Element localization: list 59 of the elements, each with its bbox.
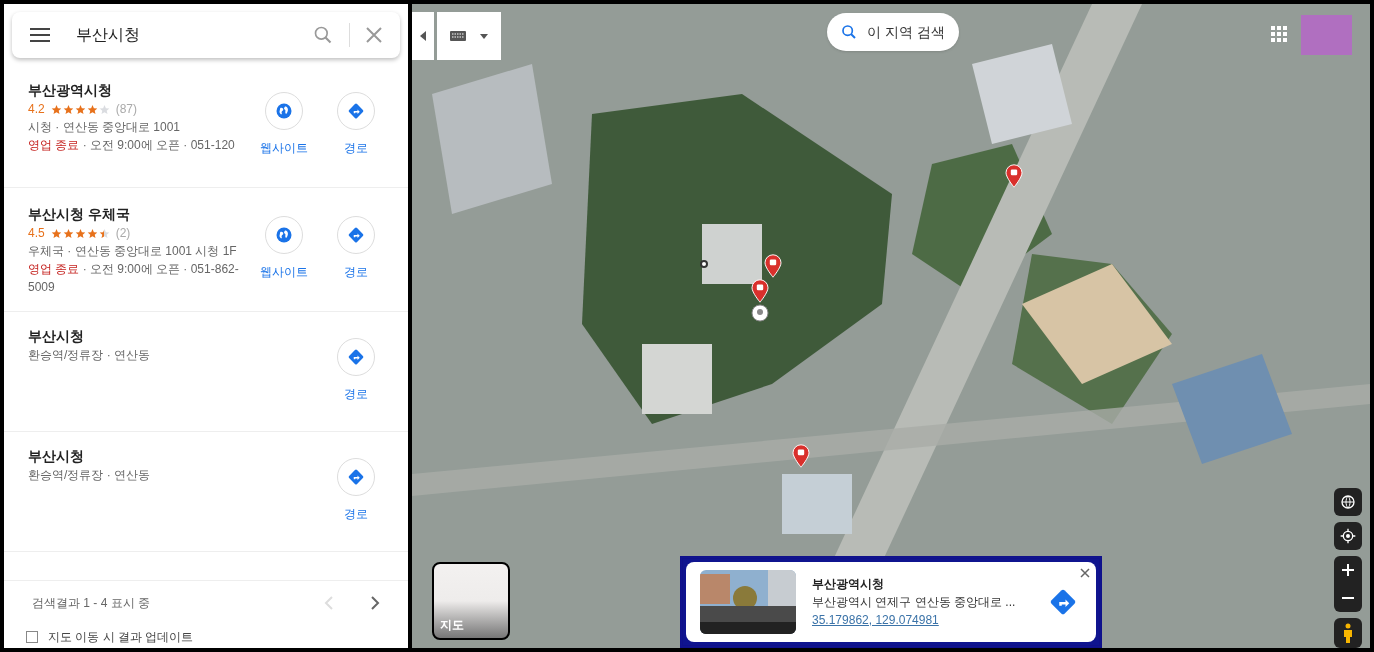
place-category: 환승역/정류장 · 연산동 xyxy=(28,347,151,364)
street-view-button[interactable] xyxy=(1334,618,1362,648)
checkbox[interactable] xyxy=(26,631,38,643)
search-field[interactable]: 부산시청 xyxy=(76,23,313,47)
globe-icon xyxy=(1340,494,1356,510)
checkbox-label: 지도 이동 시 결과 업데이트 xyxy=(48,630,194,644)
directions-button[interactable]: 경로 xyxy=(328,458,384,551)
place-title[interactable]: 부산시청 우체국 xyxy=(28,204,254,224)
close-icon[interactable] xyxy=(1080,568,1090,578)
directions-button[interactable]: 경로 xyxy=(328,216,384,311)
place-category: 시청 · 연산동 중앙대로 1001 xyxy=(28,119,182,136)
review-count: (87) xyxy=(115,101,138,118)
globe-view-button[interactable] xyxy=(1334,488,1362,516)
review-count: (2) xyxy=(115,225,131,242)
place-title[interactable]: 부산광역시청 xyxy=(28,80,254,100)
globe-icon xyxy=(275,226,293,244)
website-button[interactable]: 웹사이트 xyxy=(256,92,312,187)
caret-down-icon xyxy=(480,33,488,39)
place-category: 우체국 · 연산동 중앙대로 1001 시청 1F xyxy=(28,243,238,260)
search-icon[interactable] xyxy=(313,25,333,45)
next-page-icon[interactable] xyxy=(370,595,380,610)
keyboard-button[interactable] xyxy=(437,12,501,60)
caret-left-icon xyxy=(420,31,426,41)
place-title[interactable]: 부산시청 xyxy=(28,446,254,466)
rating-value: 4.5 xyxy=(28,225,45,242)
close-icon[interactable] xyxy=(366,27,382,43)
map-pin-icon[interactable] xyxy=(751,279,769,303)
crosshair-icon xyxy=(1340,528,1356,544)
directions-button[interactable]: 경로 xyxy=(328,92,384,187)
zoom-in-icon[interactable] xyxy=(1342,564,1354,576)
my-location-button[interactable] xyxy=(1334,522,1362,550)
rating-value: 4.2 xyxy=(28,101,45,118)
search-this-area-button[interactable]: 이 지역 검색 xyxy=(827,13,959,51)
result-item[interactable]: 부산광역시청 4.2 (87) 시청 · 연산동 중앙대로 1001 영업 종료 · 오전 9:00에 오픈 · 051-120 웹사이트 경로 xyxy=(4,64,408,188)
map-pin-icon[interactable] xyxy=(764,254,782,278)
opening-hours: 영업 종료 · 오전 9:00에 오픈 · 051-862-5009 xyxy=(28,261,240,296)
coordinates-link[interactable]: 35.179862, 129.074981 xyxy=(812,611,1022,629)
results-summary: 검색결과 1 - 4 표시 중 xyxy=(32,594,151,612)
person-icon xyxy=(1343,623,1353,643)
opening-hours: 영업 종료 · 오전 9:00에 오픈 · 051-120 xyxy=(28,137,236,154)
info-card-address: 부산광역시 연제구 연산동 중앙대로 ... xyxy=(812,594,1017,611)
menu-icon[interactable] xyxy=(30,28,50,42)
point-marker[interactable] xyxy=(700,260,708,268)
place-category: 환승역/정류장 · 연산동 xyxy=(28,467,151,484)
keyboard-icon xyxy=(450,31,466,41)
search-icon xyxy=(841,24,857,40)
collapse-panel-button[interactable] xyxy=(412,12,434,60)
result-item[interactable]: 부산시청 우체국 4.5 (2) 우체국 · 연산동 중앙대로 1001 시청 1F 영업 종료 · 오전 9:00에 오픈 · 051-862-5009 웹사이트 경로 xyxy=(4,188,408,312)
result-item[interactable]: 부산시청 환승역/정류장 · 연산동 경로 xyxy=(4,312,408,432)
location-marker-icon[interactable] xyxy=(751,304,769,322)
apps-grid-icon[interactable] xyxy=(1271,26,1287,42)
globe-icon xyxy=(275,102,293,120)
directions-button[interactable]: 경로 xyxy=(328,338,384,431)
info-card-title: 부산광역시청 xyxy=(812,576,885,593)
map-pin-icon[interactable] xyxy=(792,444,810,468)
result-item[interactable]: 부산시청 환승역/정류장 · 연산동 경로 xyxy=(4,432,408,552)
website-button[interactable]: 웹사이트 xyxy=(256,216,312,311)
map-pin-icon[interactable] xyxy=(1005,164,1023,188)
place-title[interactable]: 부산시청 xyxy=(28,326,254,346)
